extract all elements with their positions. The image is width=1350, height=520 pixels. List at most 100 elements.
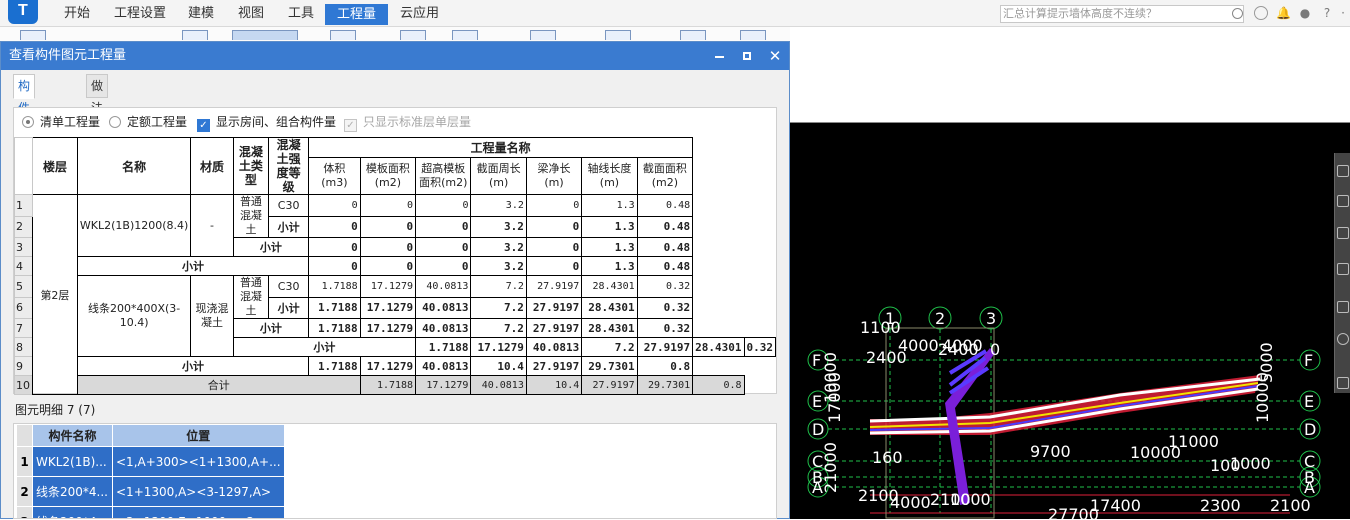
menu-tab-tools[interactable]: 工具: [286, 5, 316, 24]
row-number: 3: [14, 237, 33, 257]
tab-component-quantities[interactable]: 构件工程量: [13, 74, 36, 181]
ribbon-icon[interactable]: [740, 30, 766, 40]
floor-cell: 第2层: [32, 194, 78, 395]
row-number: 5: [14, 275, 33, 298]
cad-tool-icon[interactable]: [1337, 227, 1349, 239]
help-icon[interactable]: ?: [1318, 6, 1336, 20]
cad-tool-icon[interactable]: [1337, 165, 1349, 177]
close-button[interactable]: ✕: [761, 42, 789, 70]
search-icon[interactable]: [1232, 8, 1243, 19]
cad-drawing-view[interactable]: 1 2 3 F F E E D D C C B B A A 1100 4000 2400 4000 2400 0 9700…: [790, 122, 1350, 520]
quantity-value: 0: [359, 256, 417, 276]
menu-tab-modeling[interactable]: 建模: [186, 5, 216, 24]
detail-label: 图元明细 7 (7): [15, 403, 96, 417]
ribbon-icon[interactable]: [605, 30, 631, 40]
quantity-value: 27.9197: [636, 337, 694, 357]
dimension-label: 4000: [890, 493, 931, 512]
radio-icon: [109, 116, 121, 128]
detail-name-header: 构件名称: [32, 424, 113, 447]
ribbon-icon[interactable]: [232, 30, 298, 40]
detail-row[interactable]: 2 线条200*4... <1+1300,A><3-1297,A>: [16, 476, 285, 507]
dimension-label: 10000: [1130, 443, 1181, 462]
quantity-value: 1.7188: [359, 375, 417, 395]
std-floor-only-label: 只显示标准层单层量: [363, 115, 472, 129]
row-number: 9: [14, 356, 33, 376]
cad-tool-icon[interactable]: [1337, 301, 1349, 313]
comp2-material-cell: 现浇混凝土: [190, 275, 234, 357]
canvas-header-area: [790, 27, 1350, 122]
dimension-label: 2400: [866, 348, 907, 367]
axis-number-label: 3: [986, 309, 996, 328]
user-icon[interactable]: [1254, 6, 1268, 20]
quantity-value: 0.48: [636, 194, 694, 217]
bill-quantity-radio[interactable]: 清单工程量: [22, 113, 100, 131]
tab-method-quantities[interactable]: 做法工程量: [86, 74, 109, 181]
detail-table: 构件名称 位置 1 WKL2(1B)... <1,A+300><1+1300,A+.…: [16, 424, 285, 518]
detail-row-number: 1: [16, 446, 33, 477]
cad-tool-icon[interactable]: [1337, 195, 1349, 207]
menu-tab-quantities[interactable]: 工程量: [325, 4, 389, 25]
section-perimeter-header: 截面周长(m): [470, 157, 527, 195]
help-search-input[interactable]: 汇总计算提示墙体高度不连续？: [1000, 5, 1244, 23]
quantity-value: 7.2: [470, 296, 527, 319]
quantity-value: 0: [525, 237, 583, 257]
material-header: 材质: [190, 137, 234, 195]
quantity-value: 0: [308, 237, 361, 257]
quantity-value: 27.9197: [525, 318, 583, 338]
ribbon-icon[interactable]: [330, 30, 356, 40]
detail-row[interactable]: 1 WKL2(1B)... <1,A+300><1+1300,A+...: [16, 446, 285, 477]
quantity-value: 17.1279: [470, 337, 527, 357]
show-rooms-label: 显示房间、组合构件量: [216, 115, 337, 129]
detail-row[interactable]: 3线条200*4...<3+1300,E+1000><3+...: [16, 506, 285, 518]
row-number: 6: [14, 296, 33, 319]
ribbon: [0, 27, 790, 41]
quantity-value: 0.32: [743, 337, 776, 357]
quantity-value: 0: [359, 215, 417, 238]
minimize-button[interactable]: [705, 42, 733, 70]
ribbon-icon[interactable]: [530, 30, 556, 40]
dimension-label: 0: [990, 340, 1000, 359]
quantity-value: 0.32: [636, 275, 694, 298]
maximize-button[interactable]: [733, 42, 761, 70]
menu-tab-cloud[interactable]: 云应用: [398, 5, 441, 24]
quantity-value: 1.3: [581, 215, 638, 238]
quantity-value: 17.1279: [359, 356, 417, 376]
detail-position: <1,A+300><1+1300,A+...: [112, 446, 285, 477]
quantity-table: 楼层 名称 材质 混凝土类型 混凝土强度等级 工程量名称 体积(m3) 模板面积…: [14, 136, 776, 395]
ribbon-icon[interactable]: [400, 30, 426, 40]
subtotal-cell: 小计: [268, 296, 310, 319]
quantity-value: 3.2: [470, 256, 527, 276]
quota-quantity-radio[interactable]: 定额工程量: [109, 113, 187, 131]
quantity-value: 1.3: [581, 256, 638, 276]
close-icon: ✕: [768, 47, 782, 65]
quantity-value: 40.0813: [470, 375, 527, 395]
dimension-label: 1000: [950, 490, 991, 509]
app-logo-icon[interactable]: T: [8, 0, 38, 24]
bell-icon[interactable]: 🔔: [1276, 6, 1291, 20]
more-icon[interactable]: ·: [1336, 6, 1350, 20]
quantity-value: 17.1279: [415, 375, 472, 395]
menu-tab-project-settings[interactable]: 工程设置: [112, 5, 168, 24]
comp2-name-cell: 线条200*400X(3-10.4): [76, 275, 192, 357]
detail-position: <3+1300,E+1000><3+...: [112, 506, 285, 518]
table-row: 5 线条200*400X(3-10.4) 现浇混凝土 普通混凝土 C30 1.7188 17…: [14, 275, 776, 357]
ribbon-icon[interactable]: [20, 30, 46, 40]
axis-letter-label: D: [1304, 420, 1316, 439]
dimension-label: 1000: [1230, 454, 1271, 473]
dimension-label: 27700: [1048, 505, 1099, 520]
detail-row-number-header: [16, 424, 33, 447]
cad-tool-icon[interactable]: [1337, 333, 1349, 345]
axis-letter-label: E: [1304, 392, 1314, 411]
axis-length-header: 轴线长度(m): [581, 157, 638, 195]
view-quantities-dialog: 查看构件图元工程量 ✕ 构件工程量 做法工程量 清单工程量 定额工程量 ✓ 显示房…: [0, 41, 790, 519]
menu-tab-start[interactable]: 开始: [62, 5, 92, 24]
ribbon-icon[interactable]: [452, 30, 478, 40]
cad-tool-icon[interactable]: [1337, 263, 1349, 275]
ribbon-icon[interactable]: [182, 30, 208, 40]
chat-icon[interactable]: ●: [1298, 6, 1312, 20]
quantity-value: 1.7188: [308, 296, 361, 319]
cad-tool-icon[interactable]: [1337, 377, 1349, 389]
menu-tab-view[interactable]: 视图: [236, 5, 266, 24]
show-rooms-checkbox[interactable]: ✓ 显示房间、组合构件量: [197, 113, 337, 132]
ribbon-icon[interactable]: [680, 30, 706, 40]
